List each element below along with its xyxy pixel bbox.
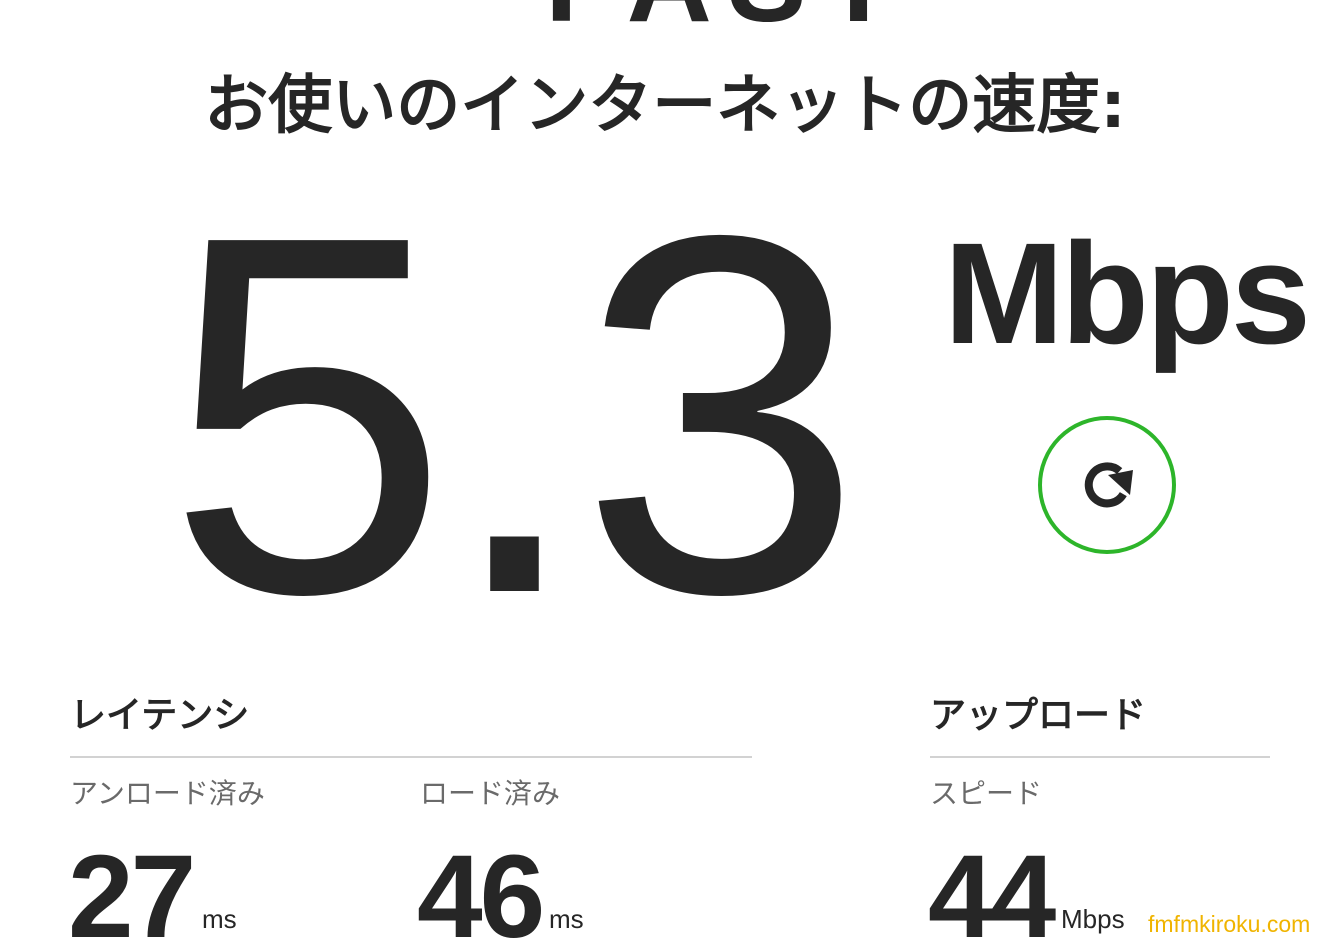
upload-divider — [930, 756, 1270, 758]
refresh-button[interactable] — [1038, 416, 1176, 554]
upload-title: アップロード — [930, 695, 1147, 736]
loaded-latency-unit: ms — [549, 904, 584, 934]
latency-divider — [70, 756, 752, 758]
speed-test-page: FAST お使いのインターネットの速度: 5.3 Mbps レイテンシ アンロー… — [0, 0, 1330, 952]
unloaded-latency-label: アンロード済み — [70, 777, 265, 810]
download-speed-value: 5.3 — [166, 130, 863, 700]
loaded-latency-value: 46 — [417, 831, 545, 952]
upload-speed-label: スピード — [930, 777, 1043, 810]
download-speed-units: Mbps — [944, 213, 1311, 374]
latency-title: レイテンシ — [70, 695, 250, 736]
loaded-latency-label: ロード済み — [420, 777, 561, 810]
unloaded-latency-unit: ms — [202, 904, 237, 934]
upload-speed-unit: Mbps — [1061, 904, 1125, 934]
refresh-icon — [1084, 462, 1133, 508]
watermark: fmfmkiroku.com — [1148, 911, 1311, 937]
unloaded-latency-value: 27 — [68, 831, 196, 952]
brand-logo: FAST — [545, 0, 911, 40]
upload-speed-value: 44 — [928, 831, 1056, 952]
